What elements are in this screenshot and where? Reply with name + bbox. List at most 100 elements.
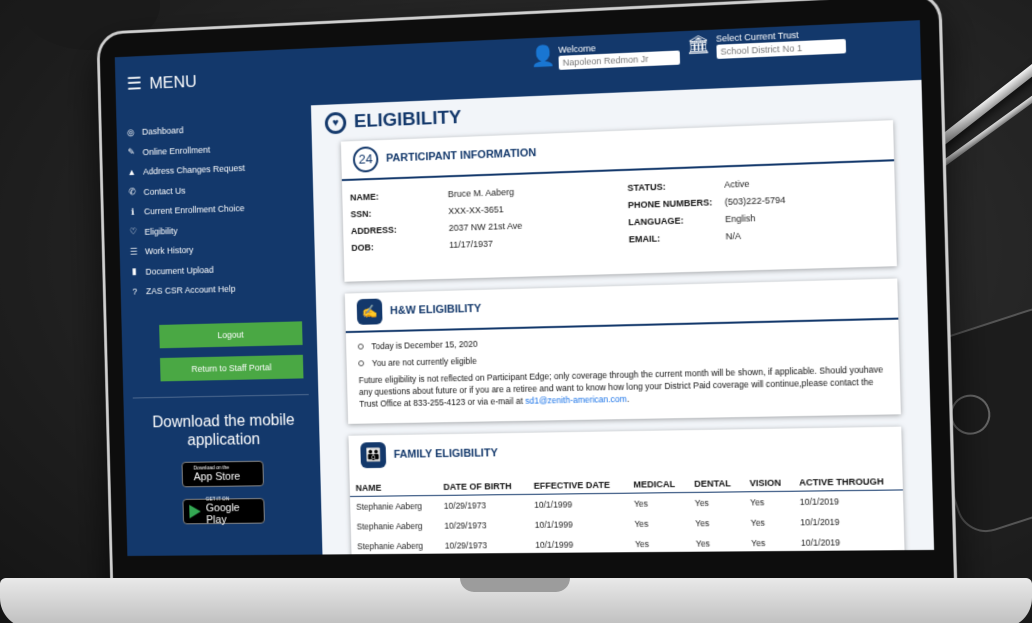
card-title: H&W ELIGIBILITY [389, 302, 482, 318]
sidebar-item-label: Current Enrollment Choice [143, 203, 245, 217]
col-header: MEDICAL [627, 472, 689, 494]
table-cell: 10/29/1973 [443, 500, 487, 511]
document-pen-icon: ✍ [356, 298, 383, 325]
name-value: Bruce M. Aaberg [447, 186, 515, 200]
hamburger-icon: ☰ [126, 73, 143, 94]
table-cell: Stephanie Aaberg [356, 520, 423, 532]
phone-key: PHONE NUMBERS: [627, 197, 713, 211]
laptop-lid: ☰ MENU 👤 Welcome Napoleon Redmon Jr 🏛 Se… [96, 0, 958, 594]
heart-icon: ♥ [324, 111, 347, 135]
document-icon: ▮ [131, 266, 137, 277]
col-header: DATE OF BIRTH [437, 474, 529, 496]
table-cell: 10/1/2019 [800, 537, 841, 548]
welcome-block: 👤 Welcome Napoleon Redmon Jr [530, 39, 681, 71]
menu-label: MENU [149, 71, 197, 93]
phone-icon: ✆ [128, 186, 136, 197]
main-content: ♥ ELIGIBILITY 24 PARTICIPANT INFORMATION… [310, 79, 935, 556]
address-key: ADDRESS: [350, 224, 397, 237]
sidebar-item-account-help[interactable]: ? ZAS CSR Account Help [130, 277, 316, 302]
return-to-staff-portal-button[interactable]: Return to Staff Portal [159, 354, 304, 381]
col-header: DENTAL [687, 471, 744, 493]
sidebar-item-label: Address Changes Request [142, 163, 246, 177]
list-icon: ☰ [129, 246, 138, 257]
download-app-heading: Download the mobile application [152, 411, 295, 449]
card-title: FAMILY ELIGIBILITY [393, 447, 498, 461]
sidebar-item-label: Online Enrollment [142, 144, 211, 157]
question-icon: ? [132, 286, 138, 297]
sidebar-item-label: Document Upload [145, 264, 214, 277]
sidebar-nav: ◎ Dashboard ✎ Online Enrollment ▲ Address C… [116, 105, 316, 302]
pencil-icon: ✎ [127, 146, 135, 157]
play-label: Google Play [205, 501, 240, 526]
table-cell: Yes [694, 497, 710, 509]
today-text: Today is December 15, 2020 [371, 338, 478, 352]
sidebar-item-label: Dashboard [141, 125, 184, 137]
card-header: 👪 FAMILY ELIGIBILITY [348, 427, 902, 476]
status-key: STATUS: [627, 181, 666, 194]
col-header: ACTIVE THROUGH [792, 469, 903, 492]
email-key: EMAIL: [628, 233, 661, 245]
google-play-badge[interactable]: GET IT ON Google Play [181, 496, 265, 526]
menu-button[interactable]: ☰ MENU [126, 71, 196, 95]
trust-selector: 🏛 Select Current Trust School District N… [686, 28, 846, 61]
sidebar-item-label: Work History [144, 245, 194, 257]
email-value: N/A [725, 230, 742, 242]
dashboard-icon: ◎ [126, 127, 135, 138]
name-key: NAME: [349, 191, 379, 203]
table-cell: Yes [634, 538, 650, 550]
bullet-icon [357, 343, 364, 350]
trust-email-link[interactable]: sd1@zenith-american.com [525, 394, 627, 406]
sidebar-item-label: ZAS CSR Account Help [145, 284, 236, 297]
dob-value: 11/17/1937 [449, 238, 494, 250]
table-cell: 10/29/1973 [444, 520, 487, 531]
table-cell: Stephanie Aaberg [355, 501, 423, 512]
hw-eligibility-card: ✍ H&W ELIGIBILITY Today is December 15, … [344, 278, 901, 424]
table-cell: Yes [749, 497, 765, 508]
table-cell: Yes [750, 517, 766, 528]
table-cell: 10/29/1973 [444, 540, 488, 551]
page-title: ♥ ELIGIBILITY [324, 107, 462, 135]
note-end: . [626, 393, 630, 404]
sidebar-item-label: Eligibility [144, 225, 178, 237]
table-cell: 10/1/2019 [799, 496, 840, 507]
eligibility-status-text: You are not currently eligible [371, 355, 477, 369]
table-cell: 10/1/1999 [534, 519, 573, 530]
table-cell: Yes [695, 518, 710, 529]
col-header: NAME [349, 476, 438, 497]
trust-icon: 🏛 [686, 33, 711, 56]
table-cell: Yes [695, 538, 711, 549]
participant-info-card: 24 PARTICIPANT INFORMATION NAME: Bruce M… [340, 120, 897, 282]
table-row: Stephanie Aaberg 10/29/1973 10/1/1999 Ye… [351, 532, 905, 556]
clock-24-icon: 24 [352, 146, 379, 173]
user-icon: 👤 [530, 44, 556, 69]
eligibility-note: Future eligibility is not reflected on P… [359, 363, 888, 410]
language-key: LANGUAGE: [628, 215, 684, 228]
appstore-label: App Store [193, 470, 241, 483]
road-icon: ▲ [127, 167, 137, 178]
family-table: NAME DATE OF BIRTH EFFECTIVE DATE MEDICA… [349, 469, 905, 556]
hw-body: Today is December 15, 2020 You are not c… [346, 320, 901, 418]
play-icon [188, 504, 201, 518]
card-title: PARTICIPANT INFORMATION [385, 147, 537, 165]
app-store-badge[interactable]: Download on the App Store [181, 460, 264, 487]
logout-button[interactable]: Logout [159, 320, 303, 348]
table-cell: 10/1/2019 [800, 516, 840, 528]
table-cell: Stephanie Aaberg [357, 540, 424, 552]
table-cell: Yes [634, 518, 649, 529]
family-icon: 👪 [360, 442, 387, 469]
status-value: Active [724, 178, 750, 190]
bullet-icon [358, 360, 365, 367]
table-cell: Yes [633, 498, 649, 509]
laptop-screen: ☰ MENU 👤 Welcome Napoleon Redmon Jr 🏛 Se… [114, 20, 935, 556]
heart-icon: ♡ [129, 226, 138, 237]
laptop-opening-notch [460, 578, 570, 592]
phone-value: (503)222-5794 [724, 194, 786, 207]
ssn-key: SSN: [350, 208, 372, 220]
family-eligibility-card: 👪 FAMILY ELIGIBILITY NAME DATE OF BIRTH … [348, 426, 906, 556]
dob-key: DOB: [351, 242, 374, 253]
table-cell: Yes [751, 537, 766, 549]
col-header: VISION [743, 471, 794, 492]
table-cell: 10/1/1999 [535, 539, 574, 550]
sidebar-item-label: Contact Us [143, 185, 186, 197]
ssn-value: XXX-XX-3651 [448, 204, 504, 217]
